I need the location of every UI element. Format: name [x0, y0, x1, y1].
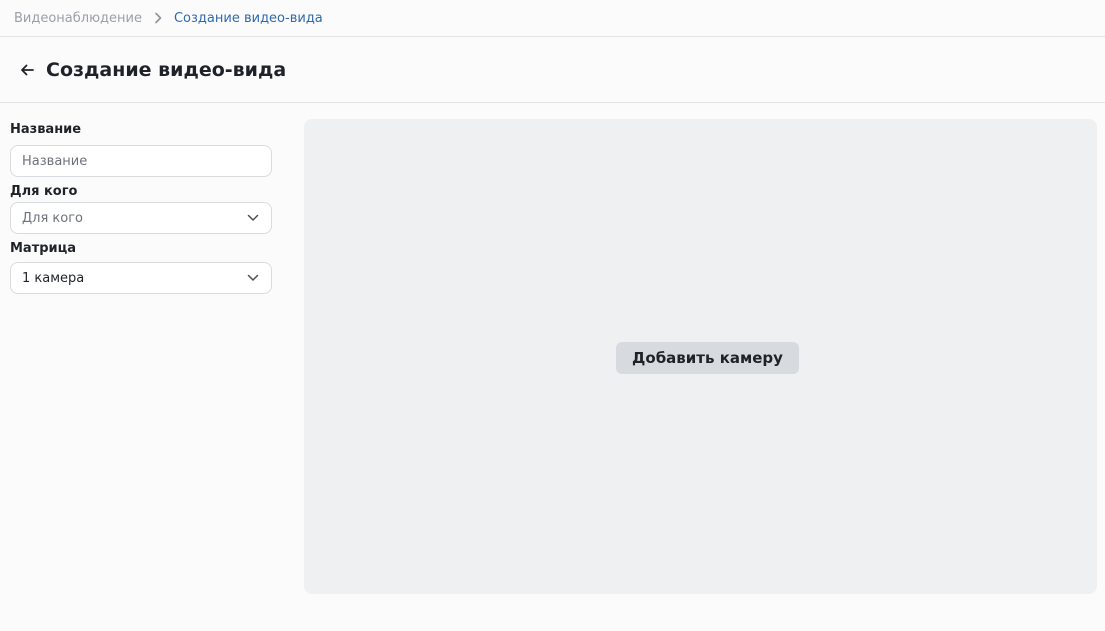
breadcrumb-current[interactable]: Создание видео-вида [174, 11, 323, 26]
arrow-left-icon[interactable] [18, 61, 36, 79]
name-label: Название [10, 122, 82, 137]
matrix-select-value: 1 камера [22, 270, 85, 286]
name-field[interactable] [10, 145, 272, 177]
audience-select-placeholder: Для кого [22, 210, 84, 226]
add-camera-button[interactable]: Добавить камеру [616, 341, 799, 374]
breadcrumb-root-link[interactable]: Видеонаблюдение [14, 11, 142, 26]
name-field-group: Название [10, 121, 272, 177]
matrix-field-group: Матрица 1 камера [10, 240, 272, 294]
form-panel: Название Для кого Для кого Матрица 1 кам… [10, 121, 272, 294]
chevron-right-icon [154, 12, 162, 24]
main-content: Название Для кого Для кого Матрица 1 кам… [0, 103, 1105, 630]
page-title: Создание видео-вида [46, 58, 287, 81]
audience-field-group: Для кого Для кого [10, 183, 272, 234]
video-view-preview: Добавить камеру [304, 119, 1097, 594]
audience-select[interactable]: Для кого [10, 202, 272, 234]
matrix-select[interactable]: 1 камера [10, 262, 272, 294]
chevron-down-icon [246, 211, 260, 225]
breadcrumb: Видеонаблюдение Создание видео-вида [0, 0, 1105, 37]
audience-label: Для кого [10, 184, 78, 199]
page-header: Создание видео-вида [0, 37, 1105, 103]
chevron-down-icon [246, 271, 260, 285]
name-input[interactable] [22, 153, 260, 169]
matrix-label: Матрица [10, 241, 77, 256]
